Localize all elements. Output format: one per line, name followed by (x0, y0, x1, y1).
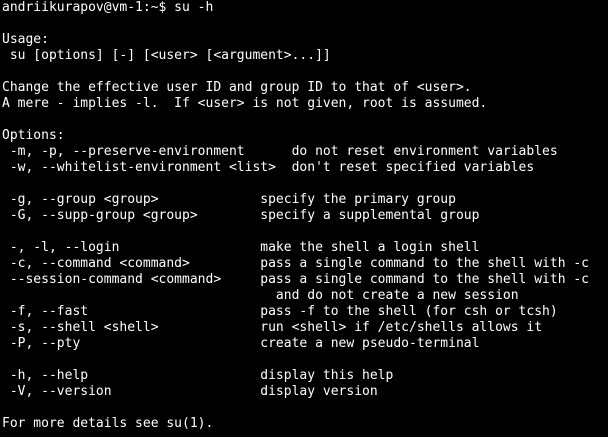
description-line: A mere - implies -l. If <user> is not gi… (2, 96, 488, 111)
option-line: -s, --shell <shell> run <shell> if /etc/… (2, 320, 543, 335)
option-line: -P, --pty create a new pseudo-terminal (2, 336, 480, 351)
option-line: --session-command <command> pass a singl… (2, 272, 589, 287)
options-heading: Options: (2, 128, 65, 143)
option-line: -w, --whitelist-environment <list> don't… (2, 160, 535, 175)
footer-line: For more details see su(1). (2, 416, 214, 431)
option-line-continuation: and do not create a new session (2, 288, 519, 303)
option-line: -G, --supp-group <group> specify a suppl… (2, 208, 480, 223)
usage-heading: Usage: (2, 32, 49, 47)
usage-syntax: su [options] [-] [<user> [<argument>...]… (2, 48, 331, 63)
option-line: -h, --help display this help (2, 368, 394, 383)
description-line: Change the effective user ID and group I… (2, 80, 472, 95)
terminal-line-prompt: andriikurapov@vm-1:~$ su -h (2, 0, 214, 15)
option-line: -f, --fast pass -f to the shell (for csh… (2, 304, 558, 319)
option-line: -m, -p, --preserve-environment do not re… (2, 144, 558, 159)
option-line: -, -l, --login make the shell a login sh… (2, 240, 480, 255)
option-line: -c, --command <command> pass a single co… (2, 256, 589, 271)
option-line: -g, --group <group> specify the primary … (2, 192, 456, 207)
option-line: -V, --version display version (2, 384, 378, 399)
terminal-window[interactable]: andriikurapov@vm-1:~$ su -h Usage: su [o… (0, 0, 608, 437)
